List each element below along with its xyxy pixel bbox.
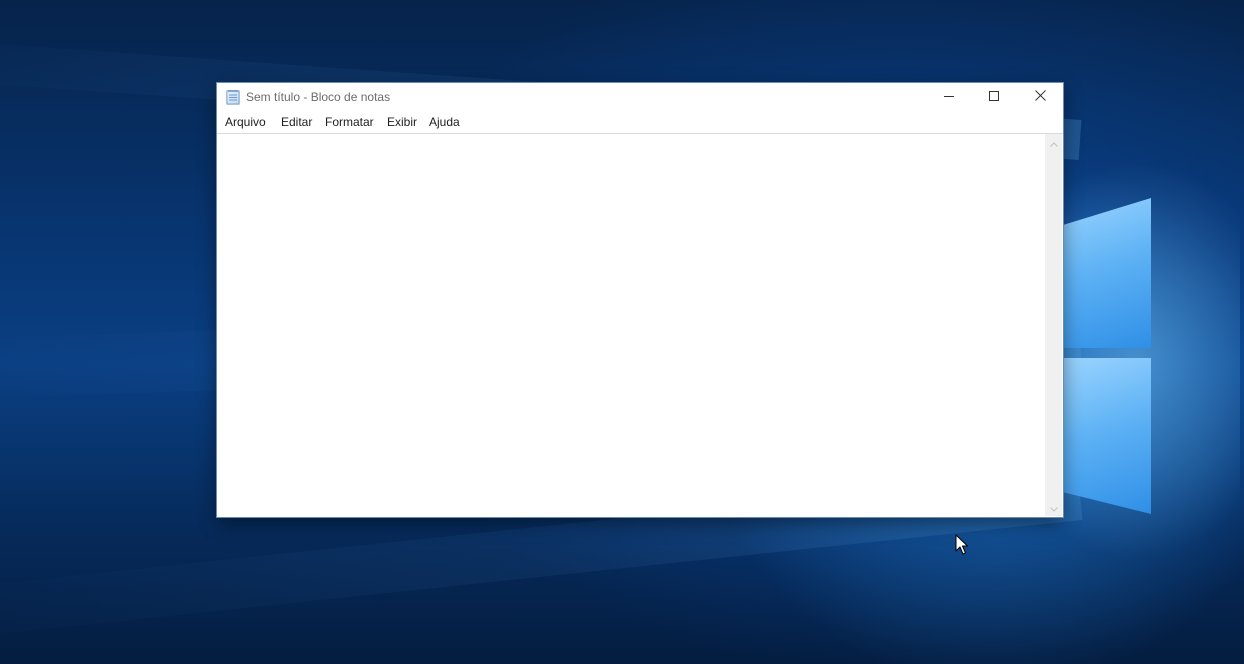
- menu-edit[interactable]: Editar: [280, 115, 313, 129]
- menu-view[interactable]: Exibir: [386, 115, 418, 129]
- vertical-scrollbar[interactable]: [1045, 134, 1062, 516]
- windows-logo-pane-bottom: [1063, 358, 1151, 514]
- mouse-pointer-icon: [955, 534, 969, 556]
- notepad-window: Sem título - Bloco de notas Arquivo Edit…: [217, 83, 1063, 517]
- minimize-button[interactable]: [926, 83, 972, 111]
- chevron-up-icon: [1049, 134, 1058, 152]
- menu-bar: Arquivo Editar Formatar Exibir Ajuda: [217, 111, 1063, 134]
- menu-file[interactable]: Arquivo: [224, 115, 267, 129]
- chevron-down-icon: [1049, 499, 1058, 517]
- close-button[interactable]: [1017, 83, 1063, 111]
- title-bar[interactable]: Sem título - Bloco de notas: [217, 83, 1063, 111]
- menu-help[interactable]: Ajuda: [428, 115, 461, 129]
- maximize-button[interactable]: [971, 83, 1017, 111]
- minimize-icon: [944, 88, 954, 106]
- text-editor[interactable]: [218, 134, 1045, 516]
- close-icon: [1034, 88, 1046, 106]
- menu-format[interactable]: Formatar: [324, 115, 375, 129]
- scroll-up-button[interactable]: [1045, 134, 1062, 151]
- notepad-icon: [226, 89, 240, 105]
- window-title: Sem título - Bloco de notas: [246, 90, 391, 104]
- maximize-icon: [989, 88, 999, 106]
- scroll-down-button[interactable]: [1045, 499, 1062, 516]
